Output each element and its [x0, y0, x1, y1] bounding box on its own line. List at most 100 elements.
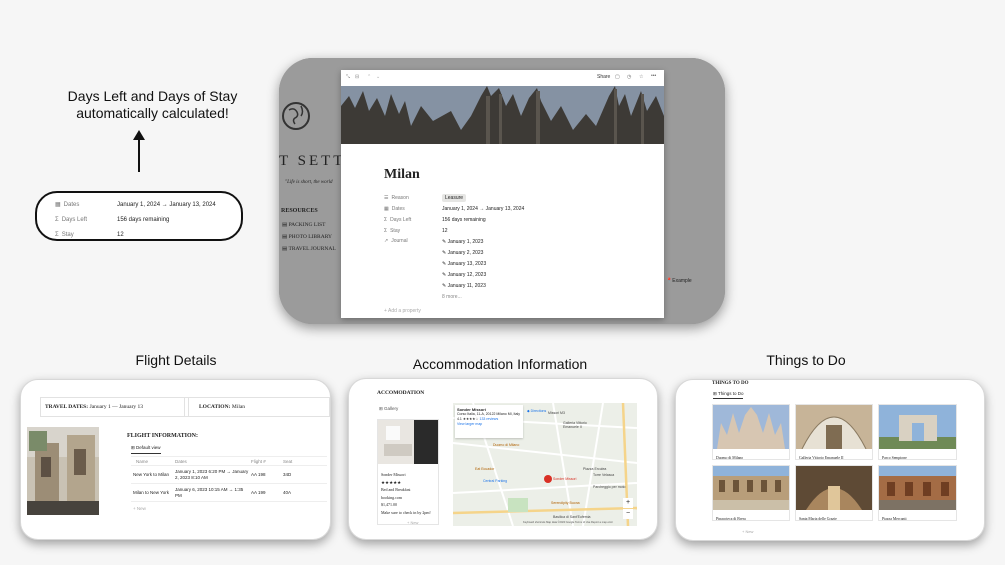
gallery-card[interactable]: Duomo di Milano — [712, 404, 790, 460]
journal-more[interactable]: 8 more... — [442, 291, 486, 302]
journal-item[interactable]: ✎ January 12, 2023 — [442, 269, 486, 280]
gallery-card[interactable]: Santa Maria delle Grazie — [795, 465, 873, 521]
prop-journal[interactable]: ↗ Journal ✎ January 1, 2023 ✎ January 2, … — [384, 236, 644, 302]
journal-item[interactable]: ✎ January 2, 2023 — [442, 247, 486, 258]
link-label: TRAVEL JOURNAL — [288, 246, 336, 252]
link-label: PHOTO LIBRARY — [288, 234, 333, 240]
flight-view-tab[interactable]: ⊞ Default view — [131, 445, 161, 454]
accom-new-button[interactable]: + New — [407, 520, 418, 525]
gallery-view-tab[interactable]: ⊞ Gallery — [379, 406, 398, 412]
journal-item[interactable]: ✎ January 13, 2023 — [442, 258, 486, 269]
hotel-card[interactable]: Sonder Missori ★★★★★ Bed and Breakfast b… — [377, 419, 439, 525]
directions-label: Directions — [530, 409, 547, 413]
prop-value: January 1, 2024 → January 13, 2024 — [442, 205, 525, 212]
chevron-up-icon[interactable]: ⌃ — [367, 74, 371, 80]
accom-title: ACCOMODATION — [377, 390, 425, 396]
map-label: Basilica di Sant'Eufemia — [553, 515, 591, 519]
prop-value: 156 days remaining — [117, 216, 170, 223]
prop-label: Dates — [63, 201, 80, 208]
chevron-down-icon[interactable]: ⌄ — [376, 74, 380, 80]
hotel-source: booking.com — [381, 494, 402, 500]
rating-value: 4.1 — [457, 417, 462, 421]
layout-icon[interactable]: ⊟ — [355, 74, 359, 80]
new-row-button[interactable]: + New — [131, 506, 327, 511]
travel-dates-value: January 1 — January 13 — [89, 404, 144, 410]
background-page-frame: T SETT "Life is short, the world RESOURC… — [279, 58, 725, 324]
cell: 40A — [283, 490, 292, 495]
journal-label: January 13, 2023 — [447, 260, 487, 267]
col-flight[interactable]: Flight # — [251, 459, 283, 464]
bg-title: T SETT — [279, 153, 346, 169]
cell: New York to Milan — [133, 472, 170, 477]
accommodation-card: ACCOMODATION ⊞ Gallery Sonder Missori ★★… — [348, 378, 658, 540]
zoom-in-button[interactable]: + — [623, 498, 633, 508]
expand-icon[interactable]: ⤡ — [346, 74, 350, 80]
item-label: Duomo di Milano — [716, 456, 744, 460]
map-label: Serendipity Buona — [551, 501, 580, 505]
mercanti-photo — [879, 466, 956, 510]
map[interactable]: Sonder Missori Corso Italia, 11-A, 20122… — [453, 403, 637, 526]
map-label: Missori M3 — [548, 411, 565, 415]
item-label: Pinacoteca di Brera — [716, 517, 746, 521]
up-arrow-icon — [133, 130, 145, 172]
page-modal: ⤡ ⊟ ⌃ ⌄ Share ▢ ◷ ☆ ••• Milan ☰ Reason Le… — [341, 70, 664, 318]
add-property-button[interactable]: + Add a property — [384, 308, 644, 314]
gallery-card[interactable]: Galleria Vittorio Emanuele II — [795, 404, 873, 460]
gallery-card[interactable]: Piazza Mercanti — [878, 465, 957, 521]
cell: January 1, 2023 6:20 PM → January 2, 202… — [175, 468, 249, 480]
share-button[interactable]: Share — [597, 74, 610, 80]
table-row[interactable]: New York to Milan January 1, 2023 6:20 P… — [131, 466, 327, 484]
journal-label: January 1, 2023 — [447, 238, 484, 245]
things-new-button[interactable]: + New — [742, 529, 753, 534]
gallery-card[interactable]: Pinacoteca di Brera — [712, 465, 790, 521]
prop-stay[interactable]: Σ Stay 12 — [384, 225, 644, 236]
bg-link-photo[interactable]: ▤ PHOTO LIBRARY — [282, 234, 332, 240]
table-row[interactable]: Milan to New York January 6, 2023 10:15 … — [131, 484, 327, 502]
sigma-icon: Σ — [55, 231, 59, 238]
zoom-out-button[interactable]: − — [623, 509, 633, 519]
map-label: Central Parking — [483, 479, 508, 483]
bg-link-packing[interactable]: ▤ PACKING LIST — [282, 222, 326, 228]
view-label: Things to Do — [717, 391, 744, 396]
add-property-label: Add a property — [388, 308, 421, 314]
page-title[interactable]: Milan — [384, 167, 420, 183]
hotel-type: Bed and Breakfast — [381, 487, 411, 492]
more-icon[interactable]: ••• — [651, 73, 656, 79]
history-icon[interactable]: ◷ — [627, 74, 631, 80]
reviews-link[interactable]: 133 reviews — [480, 417, 499, 421]
things-view-tab[interactable]: ⊞ Things to Do — [713, 391, 744, 399]
prop-value: 12 — [117, 231, 124, 238]
callout-row-days-left: Σ Days Left 156 days remaining — [55, 212, 241, 227]
table-header: Name Dates Flight # Seat — [131, 456, 327, 466]
star-icon[interactable]: ☆ — [639, 74, 643, 80]
directions-button[interactable]: ◆ Directions — [527, 409, 546, 413]
bg-example-pin: 📍Example — [666, 278, 692, 284]
col-dates[interactable]: Dates — [175, 459, 251, 464]
duomo-photo — [713, 405, 789, 449]
bg-link-journal[interactable]: ▤ TRAVEL JOURNAL — [282, 246, 336, 252]
prop-days-left[interactable]: Σ Days Left 156 days remaining — [384, 214, 644, 225]
things-title: THINGS TO DO — [712, 381, 749, 386]
prop-label: Reason — [391, 194, 409, 201]
prop-value: 156 days remaining — [442, 216, 486, 223]
journal-item[interactable]: ✎ January 11, 2023 — [442, 280, 486, 291]
journal-label: January 11, 2023 — [447, 282, 486, 289]
calendar-icon: ▦ — [55, 202, 61, 208]
calendar-icon: ▦ — [384, 205, 389, 212]
flight-card: TRAVEL DATES: January 1 — January 13 LOC… — [20, 379, 331, 540]
journal-item[interactable]: ✎ January 1, 2023 — [442, 236, 486, 247]
col-name[interactable]: Name — [131, 459, 175, 464]
comment-icon[interactable]: ▢ — [615, 74, 620, 80]
gallery-card[interactable]: Parco Sempione — [878, 404, 957, 460]
map-label: Piazza Erculea — [583, 467, 607, 471]
prop-dates[interactable]: ▦ Dates January 1, 2024 → January 13, 202… — [384, 203, 644, 214]
callout-props-box: ▦ Dates January 1, 2024 → January 13, 202… — [35, 191, 243, 241]
larger-map-link[interactable]: View larger map — [457, 422, 521, 427]
col-seat[interactable]: Seat — [283, 459, 313, 464]
flight-heading: Flight Details — [135, 352, 217, 368]
travel-dates-box: TRAVEL DATES: January 1 — January 13 — [40, 397, 189, 417]
sigma-icon: Σ — [55, 216, 59, 223]
location-label: LOCATION: — [199, 404, 231, 410]
prop-reason[interactable]: ☰ Reason Leasure — [384, 192, 644, 203]
map-label: Torre Velasca — [593, 473, 615, 477]
